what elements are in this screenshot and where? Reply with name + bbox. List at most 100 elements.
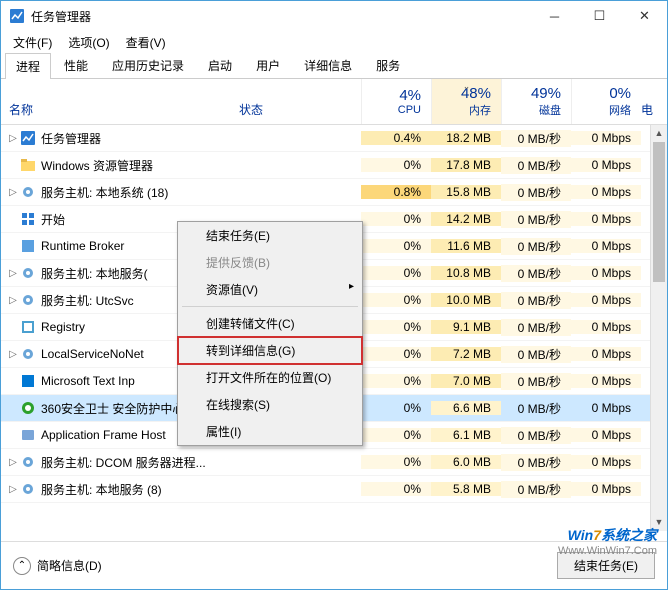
menubar: 文件(F) 选项(O) 查看(V) xyxy=(1,31,667,53)
expand-icon[interactable]: ▷ xyxy=(1,133,19,144)
process-icon xyxy=(19,373,37,389)
process-icon xyxy=(19,292,37,308)
tabbar: 进程 性能 应用历史记录 启动 用户 详细信息 服务 xyxy=(1,53,667,79)
expand-icon[interactable]: ▷ xyxy=(1,187,19,198)
sort-indicator-icon: ⌄ xyxy=(463,81,471,92)
close-button[interactable]: ✕ xyxy=(622,1,667,31)
tab-users[interactable]: 用户 xyxy=(245,52,291,78)
ctx-open-location[interactable]: 打开文件所在的位置(O) xyxy=(178,364,362,391)
task-manager-window: 任务管理器 ─ ☐ ✕ 文件(F) 选项(O) 查看(V) 进程 性能 应用历史… xyxy=(0,0,668,590)
expand-icon[interactable]: ▷ xyxy=(1,295,19,306)
fewer-details[interactable]: ⌃ 简略信息(D) xyxy=(13,557,102,575)
window-title: 任务管理器 xyxy=(31,8,532,25)
process-name: 服务主机: DCOM 服务器进程... xyxy=(37,454,361,471)
network-cell: 0 Mbps xyxy=(571,482,641,496)
expand-icon[interactable]: ▷ xyxy=(1,349,19,360)
disk-cell: 0 MB/秒 xyxy=(501,427,571,444)
disk-cell: 0 MB/秒 xyxy=(501,184,571,201)
end-task-button[interactable]: 结束任务(E) xyxy=(557,552,655,579)
scrollbar[interactable]: ▲ ▼ xyxy=(650,125,667,531)
cpu-cell: 0% xyxy=(361,401,431,415)
scroll-thumb[interactable] xyxy=(653,142,665,282)
tab-services[interactable]: 服务 xyxy=(365,52,411,78)
memory-cell: 6.1 MB xyxy=(431,428,501,442)
network-cell: 0 Mbps xyxy=(571,455,641,469)
disk-cell: 0 MB/秒 xyxy=(501,481,571,498)
process-icon xyxy=(19,184,37,200)
memory-cell: 10.0 MB xyxy=(431,293,501,307)
header-status[interactable]: 状态 xyxy=(231,79,361,124)
bottom-bar: ⌃ 简略信息(D) 结束任务(E) xyxy=(1,541,667,589)
tab-details[interactable]: 详细信息 xyxy=(293,52,363,78)
memory-cell: 5.8 MB xyxy=(431,482,501,496)
cpu-cell: 0% xyxy=(361,455,431,469)
cpu-cell: 0% xyxy=(361,482,431,496)
memory-cell: 11.6 MB xyxy=(431,239,501,253)
memory-cell: 14.2 MB xyxy=(431,212,501,226)
ctx-goto-details[interactable]: 转到详细信息(G) xyxy=(178,337,362,364)
cpu-cell: 0% xyxy=(361,212,431,226)
memory-cell: 9.1 MB xyxy=(431,320,501,334)
minimize-button[interactable]: ─ xyxy=(532,1,577,31)
ctx-resource-values[interactable]: 资源值(V) xyxy=(178,276,362,303)
table-row[interactable]: ▷任务管理器0.4%18.2 MB0 MB/秒0 Mbps xyxy=(1,125,667,152)
disk-cell: 0 MB/秒 xyxy=(501,454,571,471)
cpu-cell: 0.8% xyxy=(361,185,431,199)
header-network[interactable]: 0% 网络 xyxy=(571,79,641,124)
tab-performance[interactable]: 性能 xyxy=(53,52,99,78)
network-cell: 0 Mbps xyxy=(571,158,641,172)
table-row[interactable]: ▷ 服务主机: 本地服务 (8)0%5.8 MB0 MB/秒0 Mbps xyxy=(1,476,667,503)
memory-cell: 7.2 MB xyxy=(431,347,501,361)
scroll-up-icon[interactable]: ▲ xyxy=(651,125,667,142)
memory-cell: 7.0 MB xyxy=(431,374,501,388)
tab-app-history[interactable]: 应用历史记录 xyxy=(101,52,195,78)
tab-startup[interactable]: 启动 xyxy=(197,52,243,78)
menu-file[interactable]: 文件(F) xyxy=(5,32,60,53)
disk-cell: 0 MB/秒 xyxy=(501,400,571,417)
network-cell: 0 Mbps xyxy=(571,374,641,388)
expand-icon[interactable]: ▷ xyxy=(1,457,19,468)
network-cell: 0 Mbps xyxy=(571,212,641,226)
network-cell: 0 Mbps xyxy=(571,131,641,145)
scroll-down-icon[interactable]: ▼ xyxy=(651,514,667,531)
process-icon xyxy=(19,265,37,281)
table-row[interactable]: Windows 资源管理器0%17.8 MB0 MB/秒0 Mbps xyxy=(1,152,667,179)
header-name[interactable]: 名称 xyxy=(1,79,231,124)
tab-processes[interactable]: 进程 xyxy=(5,53,51,79)
memory-cell: 6.0 MB xyxy=(431,455,501,469)
disk-cell: 0 MB/秒 xyxy=(501,130,571,147)
memory-cell: 10.8 MB xyxy=(431,266,501,280)
cpu-cell: 0% xyxy=(361,266,431,280)
network-cell: 0 Mbps xyxy=(571,239,641,253)
maximize-button[interactable]: ☐ xyxy=(577,1,622,31)
disk-cell: 0 MB/秒 xyxy=(501,346,571,363)
process-icon xyxy=(19,238,37,254)
expand-icon[interactable]: ▷ xyxy=(1,484,19,495)
header-memory[interactable]: ⌄ 48% 内存 xyxy=(431,79,501,124)
process-name: 服务主机: 本地服务 (8) xyxy=(37,481,361,498)
table-row[interactable]: ▷服务主机: 本地系统 (18)0.8%15.8 MB0 MB/秒0 Mbps xyxy=(1,179,667,206)
memory-cell: 15.8 MB xyxy=(431,185,501,199)
cpu-cell: 0% xyxy=(361,374,431,388)
header-cpu[interactable]: 4% CPU xyxy=(361,79,431,124)
header-extra[interactable]: 电 xyxy=(641,79,661,124)
memory-cell: 18.2 MB xyxy=(431,131,501,145)
menu-options[interactable]: 选项(O) xyxy=(60,32,117,53)
disk-cell: 0 MB/秒 xyxy=(501,373,571,390)
table-row[interactable]: ▷ 服务主机: DCOM 服务器进程...0%6.0 MB0 MB/秒0 Mbps xyxy=(1,449,667,476)
header-disk[interactable]: 49% 磁盘 xyxy=(501,79,571,124)
column-headers: 名称 状态 4% CPU ⌄ 48% 内存 49% 磁盘 0% 网络 电 xyxy=(1,79,667,125)
ctx-properties[interactable]: 属性(I) xyxy=(178,418,362,445)
cpu-cell: 0.4% xyxy=(361,131,431,145)
process-icon xyxy=(19,211,37,227)
ctx-separator xyxy=(182,306,358,307)
ctx-end-task[interactable]: 结束任务(E) xyxy=(178,222,362,249)
expand-icon[interactable]: ▷ xyxy=(1,268,19,279)
disk-cell: 0 MB/秒 xyxy=(501,211,571,228)
menu-view[interactable]: 查看(V) xyxy=(118,32,174,53)
cpu-cell: 0% xyxy=(361,239,431,253)
ctx-search-online[interactable]: 在线搜索(S) xyxy=(178,391,362,418)
ctx-create-dump[interactable]: 创建转储文件(C) xyxy=(178,310,362,337)
process-icon xyxy=(19,319,37,335)
titlebar[interactable]: 任务管理器 ─ ☐ ✕ xyxy=(1,1,667,31)
